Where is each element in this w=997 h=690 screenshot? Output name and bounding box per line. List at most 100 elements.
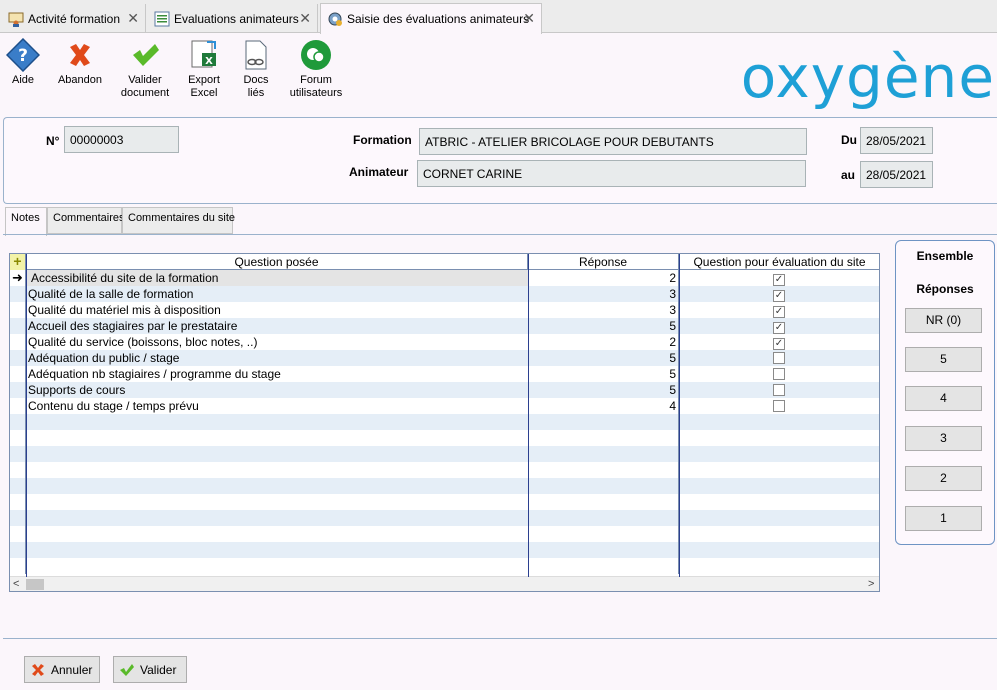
table-row[interactable]: Adéquation nb stagiaires / programme du … [10,366,879,382]
empty-row[interactable] [10,542,879,558]
row-selector[interactable] [10,462,26,478]
question-cell[interactable]: Supports de cours [26,382,528,398]
row-selector[interactable] [10,478,26,494]
row-selector[interactable] [10,558,26,574]
question-cell[interactable] [26,414,528,430]
answer-cell[interactable] [528,462,679,478]
linked-docs-button[interactable]: Docs liés [224,38,288,100]
animateur-field[interactable]: CORNET CARINE [417,160,806,187]
answer-cell[interactable]: 3 [528,302,679,318]
question-cell[interactable] [26,526,528,542]
row-selector[interactable] [10,366,26,382]
answer-cell[interactable]: 3 [528,286,679,302]
site-evaluation-checkbox[interactable] [773,384,785,396]
empty-row[interactable] [10,446,879,462]
answer-cell[interactable] [528,478,679,494]
answer-cell[interactable] [528,510,679,526]
scroll-left-icon[interactable]: < [13,577,19,591]
empty-row[interactable] [10,478,879,494]
row-selector[interactable] [10,414,26,430]
question-cell[interactable]: Qualité du matériel mis à disposition [26,302,528,318]
close-icon[interactable]: ✕ [523,10,535,27]
answer-cell[interactable] [528,542,679,558]
forum-button[interactable]: Forum utilisateurs [284,38,348,100]
answer-cell[interactable] [528,446,679,462]
row-selector[interactable] [10,302,26,318]
table-row[interactable]: Adéquation du public / stage 5 [10,350,879,366]
row-selector[interactable] [10,286,26,302]
row-selector[interactable] [10,430,26,446]
date-from-field[interactable]: 28/05/2021 [860,127,933,154]
site-evaluation-checkbox[interactable]: ✓ [773,338,785,350]
scroll-right-icon[interactable]: > [868,577,874,591]
question-cell[interactable] [26,542,528,558]
site-evaluation-checkbox[interactable]: ✓ [773,290,785,302]
row-selector[interactable] [10,446,26,462]
question-cell[interactable]: Contenu du stage / temps prévu [26,398,528,414]
validate-document-button[interactable]: Valider document [113,38,177,100]
answer-nr-button[interactable]: NR (0) [905,308,982,333]
site-evaluation-checkbox[interactable] [773,400,785,412]
answer-cell[interactable]: 5 [528,350,679,366]
answer-1-button[interactable]: 1 [905,506,982,531]
question-cell[interactable]: Adéquation nb stagiaires / programme du … [26,366,528,382]
answer-cell[interactable] [528,526,679,542]
question-cell[interactable] [26,478,528,494]
empty-row[interactable] [10,414,879,430]
row-selector[interactable] [10,542,26,558]
tab-activite-formation[interactable]: Activité formation ✕ [2,4,146,33]
question-cell[interactable] [26,430,528,446]
row-selector[interactable] [10,526,26,542]
answer-3-button[interactable]: 3 [905,426,982,451]
date-to-field[interactable]: 28/05/2021 [860,161,933,188]
question-cell[interactable] [26,558,528,574]
tab-saisie-evaluations[interactable]: Saisie des évaluations animateurs ✕ [320,3,542,34]
table-row[interactable]: Qualité du service (boissons, bloc notes… [10,334,879,350]
answer-cell[interactable] [528,494,679,510]
row-selector[interactable] [10,382,26,398]
validate-button[interactable]: Valider [113,656,187,683]
scroll-thumb[interactable] [26,579,44,590]
table-row[interactable]: Accueil des stagiaires par le prestatair… [10,318,879,334]
question-cell[interactable]: Qualité du service (boissons, bloc notes… [26,334,528,350]
question-cell[interactable] [26,510,528,526]
row-selector[interactable] [10,510,26,526]
answer-cell[interactable] [528,558,679,574]
header-answer[interactable]: Réponse [528,254,679,270]
close-icon[interactable]: ✕ [127,10,139,27]
answer-cell[interactable] [528,414,679,430]
question-cell[interactable] [26,446,528,462]
answer-cell[interactable]: 2 [528,270,679,286]
add-row-icon[interactable]: + [10,254,26,270]
site-evaluation-checkbox[interactable]: ✓ [773,306,785,318]
answer-cell[interactable]: 5 [528,382,679,398]
question-cell[interactable] [26,462,528,478]
help-button[interactable]: ? Aide [0,38,55,87]
row-selector[interactable] [10,398,26,414]
site-evaluation-checkbox[interactable] [773,368,785,380]
table-row[interactable]: Qualité de la salle de formation 3 ✓ [10,286,879,302]
site-evaluation-checkbox[interactable]: ✓ [773,274,785,286]
answer-4-button[interactable]: 4 [905,386,982,411]
question-cell[interactable]: Adéquation du public / stage [26,350,528,366]
answer-cell[interactable]: 5 [528,366,679,382]
answer-cell[interactable]: 4 [528,398,679,414]
empty-row[interactable] [10,462,879,478]
horizontal-scrollbar[interactable]: < > [10,576,879,591]
answer-2-button[interactable]: 2 [905,466,982,491]
empty-row[interactable] [10,558,879,574]
empty-row[interactable] [10,494,879,510]
table-row[interactable]: Supports de cours 5 [10,382,879,398]
tab-notes[interactable]: Notes [5,207,47,236]
answer-cell[interactable] [528,430,679,446]
header-question[interactable]: Question posée [26,254,528,270]
table-row[interactable]: ➜ Accessibilité du site de la formation 2 ✓ [10,270,879,286]
row-selector[interactable] [10,494,26,510]
number-field[interactable]: 00000003 [64,126,179,153]
answer-cell[interactable]: 5 [528,318,679,334]
close-icon[interactable]: ✕ [299,10,311,27]
question-cell[interactable]: Accueil des stagiaires par le prestatair… [26,318,528,334]
table-row[interactable]: Qualité du matériel mis à disposition 3 ✓ [10,302,879,318]
question-cell[interactable]: Qualité de la salle de formation [26,286,528,302]
empty-row[interactable] [10,510,879,526]
